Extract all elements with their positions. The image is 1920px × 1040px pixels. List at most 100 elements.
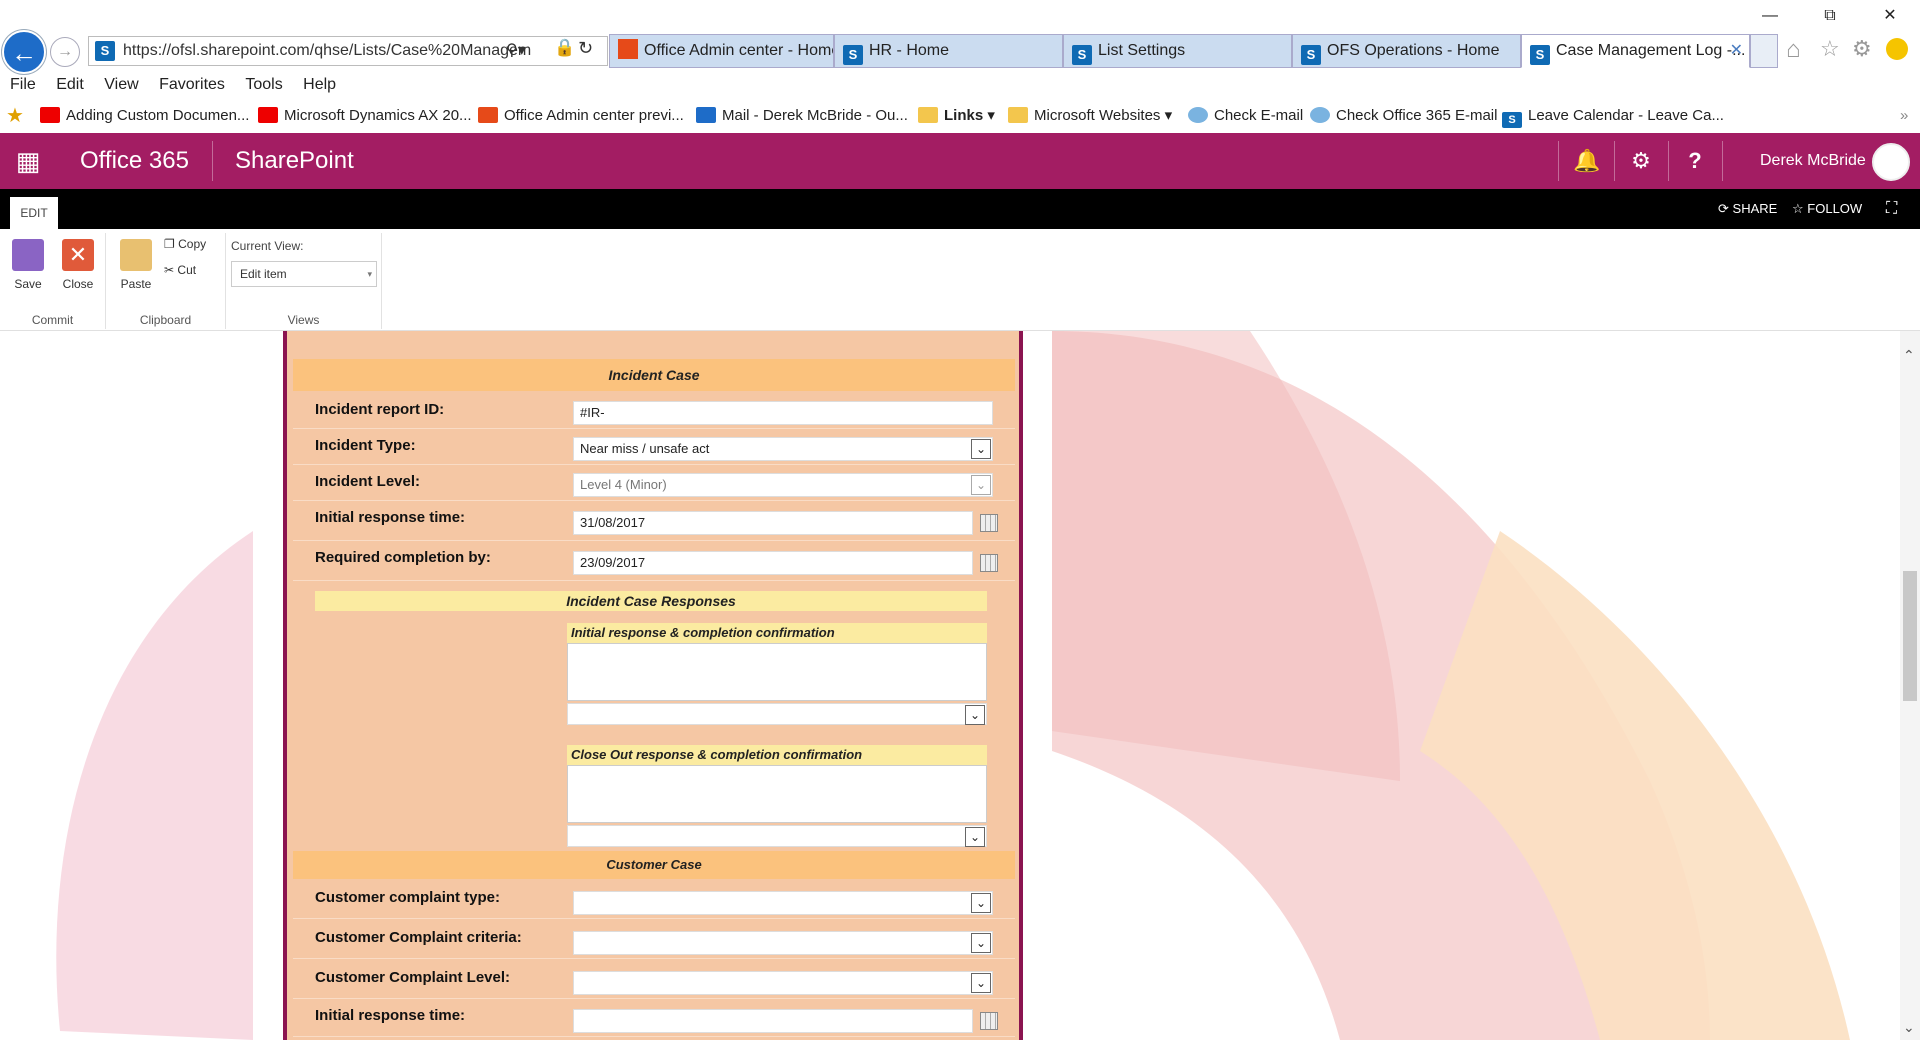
required-completion-date-input[interactable]: 23/09/2017 bbox=[573, 551, 998, 575]
restore-button[interactable]: ⧉ bbox=[1810, 4, 1850, 28]
customer-complaint-criteria-select[interactable]: ⌄ bbox=[573, 931, 993, 955]
gear-icon[interactable]: ⚙ bbox=[1614, 133, 1668, 189]
chevron-down-icon[interactable]: ⌄ bbox=[971, 973, 991, 993]
menu-file[interactable]: File bbox=[10, 76, 36, 93]
office365-brand[interactable]: Office 365 bbox=[80, 133, 189, 189]
close-tab-icon[interactable]: ✕ bbox=[1730, 35, 1743, 67]
incident-type-select[interactable]: Near miss / unsafe act ⌄ bbox=[573, 437, 993, 461]
share-button[interactable]: ⟳ SHARE bbox=[1718, 189, 1777, 229]
initial-response-select[interactable]: ⌄ bbox=[567, 703, 987, 725]
initial-response-textarea[interactable] bbox=[567, 643, 987, 701]
address-bar[interactable]: S https://ofsl.sharepoint.com/qhse/Lists… bbox=[88, 36, 608, 66]
refresh-icon[interactable]: ↻ bbox=[578, 38, 593, 59]
customer-initial-response-date-input[interactable] bbox=[573, 1009, 998, 1033]
tab-edit[interactable]: EDIT bbox=[10, 197, 58, 229]
favorite-folder-links[interactable]: Links ▾ bbox=[918, 101, 995, 131]
calendar-icon[interactable] bbox=[980, 554, 998, 572]
search-icon[interactable]: ⚲▾ bbox=[506, 40, 526, 60]
tab-label: List Settings bbox=[1098, 42, 1186, 59]
calendar-icon[interactable] bbox=[980, 514, 998, 532]
menu-tools[interactable]: Tools bbox=[245, 76, 282, 93]
follow-button[interactable]: ☆ FOLLOW bbox=[1792, 189, 1862, 229]
add-favorite-star-icon[interactable]: ★ bbox=[6, 101, 24, 131]
chevron-down-icon[interactable]: ⌄ bbox=[971, 475, 991, 495]
incident-level-value: Level 4 (Minor) bbox=[580, 477, 667, 492]
back-button[interactable]: ← bbox=[2, 30, 46, 74]
menu-favorites[interactable]: Favorites bbox=[159, 76, 225, 93]
lock-icon[interactable]: 🔒 bbox=[554, 38, 575, 58]
menu-help[interactable]: Help bbox=[303, 76, 336, 93]
field-label: Initial response time: bbox=[315, 1007, 466, 1024]
vertical-scrollbar[interactable]: ⌃ ⌄ bbox=[1900, 331, 1920, 1040]
divider bbox=[1722, 141, 1723, 181]
scroll-down-icon[interactable]: ⌄ bbox=[1903, 1019, 1915, 1036]
close-out-textarea[interactable] bbox=[567, 765, 987, 823]
favorite-label: Leave Calendar - Leave Ca... bbox=[1528, 107, 1724, 124]
form-row-incident-type: Incident Type: Near miss / unsafe act ⌄ bbox=[293, 429, 1015, 465]
field-label: Customer Complaint criteria: bbox=[315, 929, 522, 946]
cut-button[interactable]: ✂ Cut bbox=[164, 263, 196, 277]
favorite-link[interactable]: S Leave Calendar - Leave Ca... bbox=[1502, 101, 1724, 131]
field-label: Customer Complaint Level: bbox=[315, 969, 511, 986]
avatar[interactable] bbox=[1872, 143, 1910, 181]
new-tab-button[interactable] bbox=[1750, 34, 1778, 68]
calendar-icon[interactable] bbox=[980, 1012, 998, 1030]
tab-label: HR - Home bbox=[869, 42, 950, 59]
customer-complaint-type-select[interactable]: ⌄ bbox=[573, 891, 993, 915]
minimize-button[interactable]: — bbox=[1750, 4, 1790, 28]
youtube-icon bbox=[40, 107, 60, 123]
favorite-link[interactable]: Check Office 365 E-mail bbox=[1310, 101, 1497, 131]
favorite-folder-websites[interactable]: Microsoft Websites ▾ bbox=[1008, 101, 1172, 131]
settings-gear-icon[interactable]: ⚙ bbox=[1852, 36, 1872, 62]
tab-ofs-operations[interactable]: S OFS Operations - Home bbox=[1292, 34, 1521, 68]
incident-level-select[interactable]: Level 4 (Minor) ⌄ bbox=[573, 473, 993, 497]
smiley-icon[interactable] bbox=[1886, 38, 1908, 60]
tab-office-admin[interactable]: Office Admin center - Home bbox=[609, 34, 834, 68]
user-name[interactable]: Derek McBride bbox=[1760, 133, 1866, 189]
favorite-link[interactable]: Microsoft Dynamics AX 20... bbox=[258, 101, 472, 131]
close-button[interactable]: ✕ Close bbox=[58, 239, 98, 291]
favorite-link[interactable]: Check E-mail bbox=[1188, 101, 1303, 131]
share-label: SHARE bbox=[1732, 201, 1778, 216]
mail-icon bbox=[696, 107, 716, 123]
field-label: Incident report ID: bbox=[315, 401, 445, 418]
scroll-up-icon[interactable]: ⌃ bbox=[1903, 347, 1915, 364]
close-window-button[interactable]: ✕ bbox=[1870, 4, 1910, 28]
paste-label: Paste bbox=[120, 277, 152, 291]
menu-edit[interactable]: Edit bbox=[56, 76, 84, 93]
focus-content-icon[interactable]: ⛶ bbox=[1886, 189, 1897, 229]
paste-button[interactable]: Paste bbox=[116, 239, 156, 291]
chevron-down-icon[interactable]: ⌄ bbox=[971, 439, 991, 459]
follow-label: FOLLOW bbox=[1807, 201, 1863, 216]
paste-icon bbox=[120, 239, 152, 271]
favorites-bar: ★ Adding Custom Documen... Microsoft Dyn… bbox=[0, 101, 1920, 133]
favorite-label: Mail - Derek McBride - Ou... bbox=[722, 107, 908, 124]
favorite-link[interactable]: Mail - Derek McBride - Ou... bbox=[696, 101, 908, 131]
initial-response-date-input[interactable]: 31/08/2017 bbox=[573, 511, 998, 535]
help-icon[interactable]: ? bbox=[1668, 133, 1722, 189]
app-launcher-icon[interactable]: ▦ bbox=[0, 133, 56, 189]
chevron-more-icon[interactable]: » bbox=[1900, 101, 1908, 131]
favorite-link[interactable]: Adding Custom Documen... bbox=[40, 101, 249, 131]
copy-button[interactable]: ❐ Copy bbox=[164, 237, 206, 251]
chevron-down-icon[interactable]: ⌄ bbox=[971, 933, 991, 953]
bell-icon[interactable]: 🔔 bbox=[1560, 133, 1614, 189]
close-out-select[interactable]: ⌄ bbox=[567, 825, 987, 847]
tab-list-settings[interactable]: S List Settings bbox=[1063, 34, 1292, 68]
customer-complaint-level-select[interactable]: ⌄ bbox=[573, 971, 993, 995]
favorites-star-icon[interactable]: ☆ bbox=[1820, 36, 1840, 62]
incident-report-id-input[interactable]: #IR- bbox=[573, 401, 993, 425]
app-name[interactable]: SharePoint bbox=[235, 133, 354, 189]
chevron-down-icon[interactable]: ⌄ bbox=[965, 827, 985, 847]
chevron-down-icon[interactable]: ⌄ bbox=[971, 893, 991, 913]
tab-hr-home[interactable]: S HR - Home bbox=[834, 34, 1063, 68]
save-button[interactable]: Save bbox=[8, 239, 48, 291]
chevron-down-icon[interactable]: ⌄ bbox=[965, 705, 985, 725]
home-icon[interactable]: ⌂ bbox=[1786, 36, 1801, 64]
menu-view[interactable]: View bbox=[104, 76, 138, 93]
scrollbar-thumb[interactable] bbox=[1903, 571, 1917, 701]
current-view-select[interactable]: Edit item ▾ bbox=[231, 261, 377, 287]
tab-case-management-log[interactable]: S Case Management Log -... ✕ bbox=[1521, 34, 1750, 68]
forward-button[interactable]: → bbox=[50, 37, 80, 67]
favorite-link[interactable]: Office Admin center previ... bbox=[478, 101, 684, 131]
